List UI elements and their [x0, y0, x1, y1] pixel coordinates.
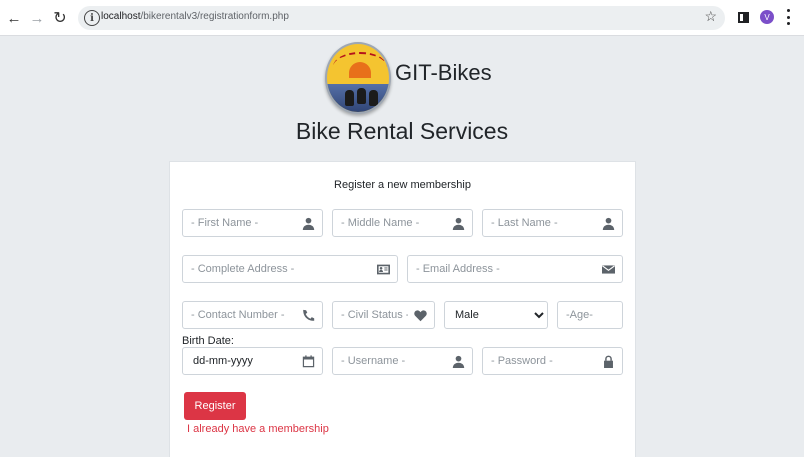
reload-icon[interactable]: ↻	[50, 8, 70, 28]
register-button[interactable]: Register	[184, 392, 246, 420]
address-input[interactable]	[183, 256, 397, 282]
form-message: Register a new membership	[334, 179, 471, 191]
registration-card: Register a new membership Male Birth Dat…	[169, 161, 636, 457]
email-input[interactable]	[408, 256, 622, 282]
password-group	[482, 347, 623, 375]
age-input[interactable]	[558, 302, 622, 328]
contact-group	[182, 301, 323, 329]
profile-avatar[interactable]: V	[760, 10, 774, 24]
brand-title: GIT-Bikes	[395, 60, 492, 85]
email-group	[407, 255, 623, 283]
address-bar[interactable]: i localhost/bikerentalv3/registrationfor…	[78, 6, 725, 30]
kebab-menu-icon[interactable]	[785, 9, 791, 25]
browser-toolbar: ← → ↻ i localhost/bikerentalv3/registrat…	[0, 0, 804, 36]
url-text[interactable]: localhost/bikerentalv3/registrationform.…	[101, 11, 289, 22]
calendar-icon[interactable]	[302, 355, 315, 368]
birth-date-label: Birth Date:	[182, 335, 234, 347]
envelope-icon	[602, 263, 615, 276]
bookmark-star-icon[interactable]: ☆	[704, 8, 717, 25]
last-name-group	[482, 209, 623, 237]
heart-icon	[414, 309, 427, 322]
birth-date-value: dd-mm-yyyy	[193, 355, 253, 367]
existing-membership-link[interactable]: I already have a membership	[187, 423, 329, 435]
user-icon	[302, 217, 315, 230]
user-icon	[452, 217, 465, 230]
civil-status-group	[332, 301, 435, 329]
page-subtitle: Bike Rental Services	[295, 118, 509, 144]
username-group	[332, 347, 473, 375]
back-arrow-icon[interactable]: ←	[4, 8, 24, 28]
gender-select[interactable]: Male	[445, 302, 547, 328]
middle-name-group	[332, 209, 473, 237]
birth-date-field[interactable]: dd-mm-yyyy	[182, 347, 323, 375]
url-host: localhost	[101, 11, 141, 22]
side-panel-icon[interactable]	[738, 12, 749, 23]
address-group	[182, 255, 398, 283]
address-card-icon	[377, 263, 390, 276]
university-seal-logo	[325, 42, 391, 114]
phone-icon	[302, 309, 315, 322]
lock-icon	[602, 355, 615, 368]
user-icon	[452, 355, 465, 368]
site-info-icon[interactable]: i	[84, 10, 100, 26]
user-icon	[602, 217, 615, 230]
forward-arrow-icon[interactable]: →	[27, 8, 47, 28]
url-path: /bikerentalv3/registrationform.php	[140, 11, 289, 22]
first-name-group	[182, 209, 323, 237]
gender-group: Male	[444, 301, 548, 329]
age-group	[557, 301, 623, 329]
